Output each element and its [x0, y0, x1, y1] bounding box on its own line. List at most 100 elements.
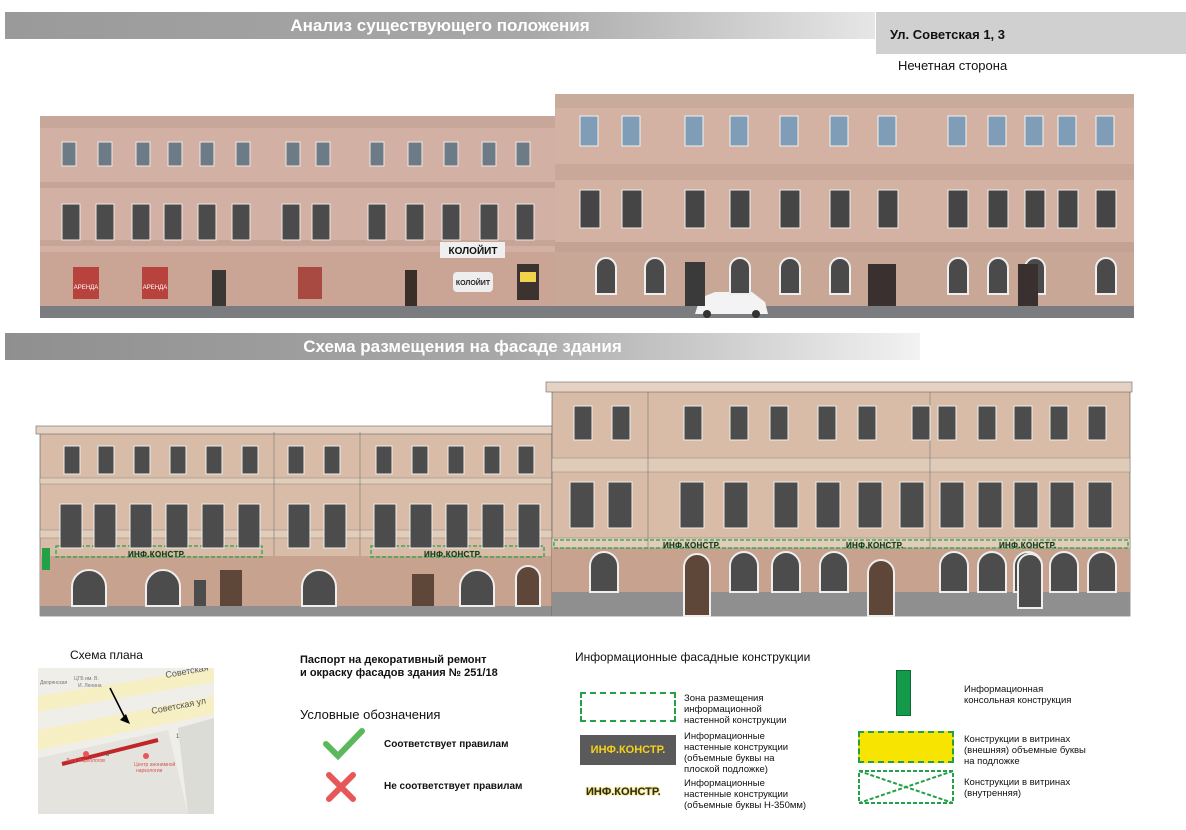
photo-window: [829, 115, 849, 147]
scheme-window: [201, 503, 225, 549]
photo-window: [61, 203, 81, 241]
scheme-window: [569, 481, 595, 529]
photo-window: [199, 141, 215, 167]
plan-label-1: Дворянская: [40, 680, 68, 686]
scheme-door: [220, 570, 242, 606]
photo-window: [1095, 189, 1117, 229]
photo-window: [1057, 189, 1079, 229]
scheme-window: [977, 481, 1003, 529]
scheme-window: [483, 445, 501, 475]
photo-window: [515, 203, 535, 241]
scheme-window: [409, 503, 433, 549]
facade-label-5: ИНФ.КОНСТР.: [999, 541, 1057, 550]
scheme-window-arch: [589, 551, 619, 593]
photo-window: [443, 141, 459, 167]
photo-window: [481, 141, 497, 167]
scheme-door-arch: [1017, 553, 1043, 609]
photo-window: [515, 141, 531, 167]
scheme-window-arch: [1049, 551, 1079, 593]
plan-map: Советская Советская ул Дворянская ЦГБ им…: [38, 668, 214, 814]
photo-window: [621, 189, 643, 229]
scheme-window-arch: [819, 551, 849, 593]
scheme-window: [323, 445, 341, 475]
legend-title: Условные обозначения: [300, 707, 441, 722]
scheme-window-arch: [1087, 551, 1117, 593]
vitrine-int-desc-1: Конструкции в витринах: [964, 777, 1071, 788]
photo-window: [1024, 115, 1044, 147]
console-desc-1: Информационная: [964, 684, 1044, 695]
volume-sign-sample: ИНФ.КОНСТР.: [586, 786, 661, 798]
zone-desc-1: Зона размещения: [684, 693, 764, 704]
passport-title: Паспорт на декоративный ремонт и окраску…: [300, 654, 498, 680]
volume-desc-3: (объемные буквы Н-350мм): [684, 800, 807, 811]
photo-door: [868, 264, 896, 306]
cross-icon: [326, 772, 356, 802]
scheme-window: [237, 503, 261, 549]
scheme-window: [769, 405, 789, 441]
photo-window: [131, 203, 151, 241]
photo-window: [285, 141, 301, 167]
scheme-window: [773, 481, 799, 529]
scheme-door: [412, 574, 434, 606]
scheme-window-arch: [301, 569, 337, 607]
vitrine-internal-desc: Конструкции в витринах (внутренняя): [964, 777, 1070, 799]
flat-sign-sample: ИНФ.КОНСТР.: [580, 735, 676, 765]
photo-window: [479, 203, 499, 241]
scheme-window: [287, 445, 305, 475]
zone-swatch: [580, 692, 676, 722]
plan-label-3: И. Ленина: [78, 683, 102, 689]
street-side-label: Нечетная сторона: [898, 58, 1008, 73]
address-label: Ул. Советская 1, 3: [890, 27, 1006, 42]
photo-window: [1024, 189, 1046, 229]
photo-window: [987, 115, 1007, 147]
scheme-window: [939, 481, 965, 529]
scheme-window: [937, 405, 957, 441]
scheme-window: [97, 445, 115, 475]
scheme-window: [607, 481, 633, 529]
photo-window: [987, 189, 1009, 229]
volume-desc: Информационные настенные конструкции (об…: [684, 778, 806, 811]
scheme-window: [481, 503, 505, 549]
photo-window-lower: [987, 257, 1009, 295]
scheme-window-arch: [145, 569, 181, 607]
scheme-window: [59, 503, 83, 549]
scheme-window: [287, 503, 311, 549]
zone-desc: Зона размещения информационной настенной…: [684, 693, 787, 726]
scheme-window-arch: [459, 569, 495, 607]
scheme-window: [411, 445, 429, 475]
scheme-window: [1013, 481, 1039, 529]
scheme-window-arch: [977, 551, 1007, 593]
address-box: Ул. Советская 1, 3: [876, 12, 1186, 54]
console-desc-2: консольная конструкция: [964, 695, 1072, 706]
facade-label-4: ИНФ.КОНСТР.: [846, 541, 904, 550]
scheme-window: [129, 503, 153, 549]
photo-window-lower: [947, 257, 969, 295]
zone-desc-3: настенной конструкции: [684, 715, 787, 726]
vitrine-ext-desc-3: на подложке: [964, 756, 1020, 767]
scheme-window: [1087, 405, 1107, 441]
volume-desc-2: настенные конструкции: [684, 789, 789, 800]
facade-photo: КОЛОЙИТ КОЛОЙИТ АРЕНДА АРЕНДА: [40, 94, 1134, 318]
photo-window: [729, 189, 751, 229]
flat-desc-3: (объемные буквы на: [684, 753, 775, 764]
photo-window-lower: [1095, 257, 1117, 295]
flat-desc: Информационные настенные конструкции (об…: [684, 731, 788, 775]
scheme-window: [573, 405, 593, 441]
scheme-door-arch: [515, 565, 541, 607]
scheme-window: [447, 445, 465, 475]
photo-window: [369, 141, 385, 167]
photo-window: [281, 203, 301, 241]
photo-window-lower: [644, 257, 666, 295]
vitrine-int-desc-2: (внутренняя): [964, 788, 1022, 799]
scheme-window: [729, 405, 749, 441]
scheme-window: [679, 481, 705, 529]
photo-door: [685, 262, 705, 306]
photo-window: [1095, 115, 1115, 147]
console-desc: Информационная консольная конструкция: [964, 684, 1071, 706]
scheme-window: [815, 481, 841, 529]
scheme-door-arch: [867, 559, 895, 617]
vitrine-external-swatch: [858, 731, 954, 763]
photo-door: [1018, 264, 1038, 306]
photo-window: [621, 115, 641, 147]
vitrine-external-desc: Конструкции в витринах (внешняя) объемны…: [964, 734, 1086, 767]
